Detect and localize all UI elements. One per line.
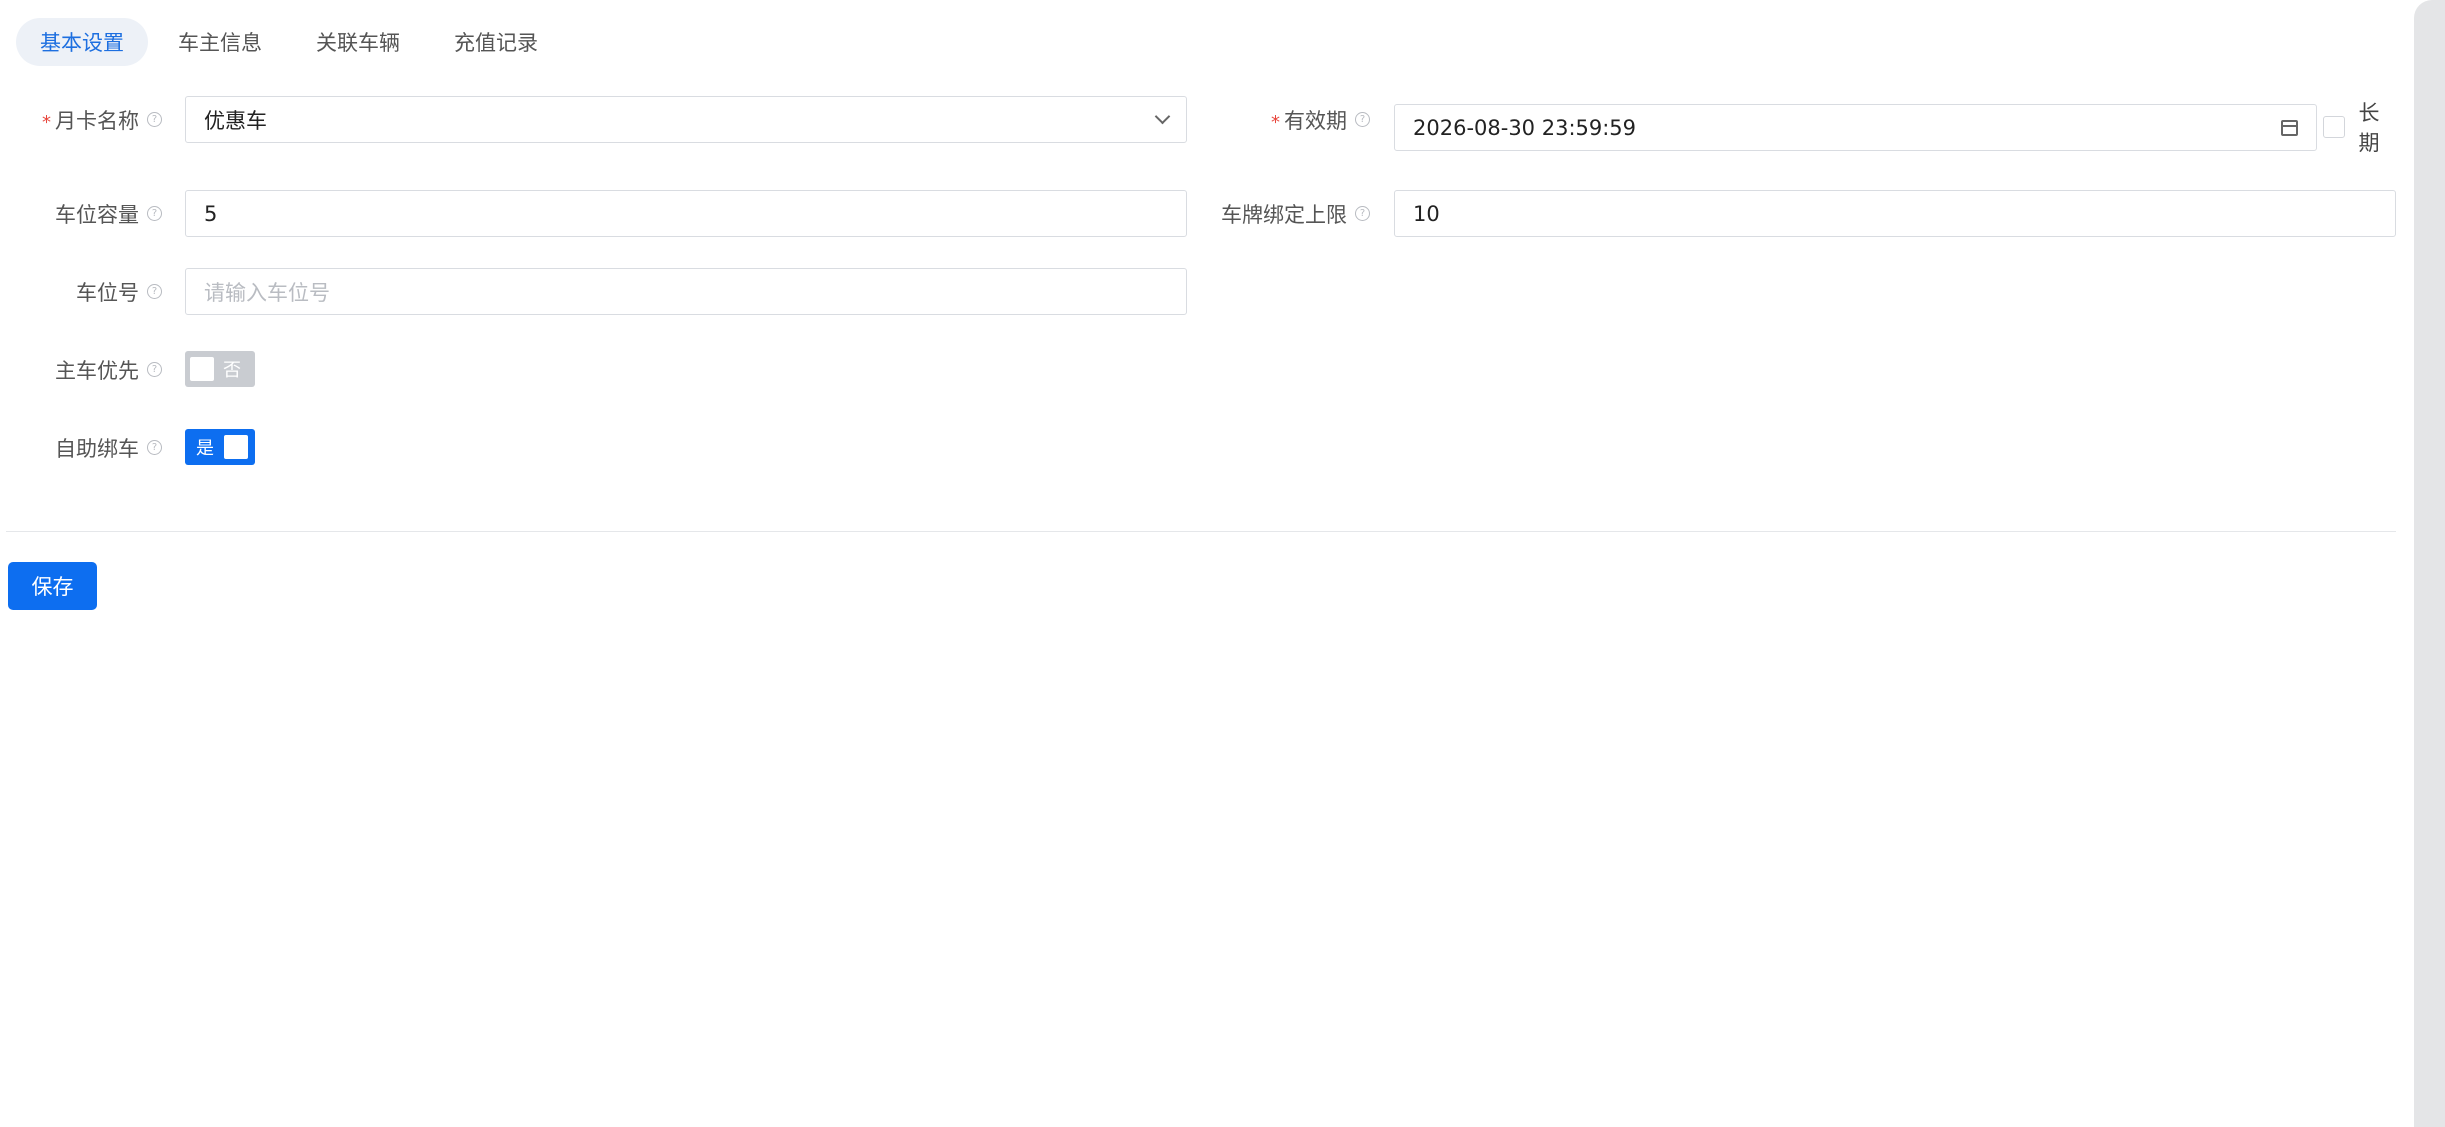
long-term-checkbox[interactable]: [2323, 116, 2345, 138]
question-circle-icon[interactable]: ?: [1355, 112, 1370, 127]
card-name-select[interactable]: 优惠车: [185, 96, 1187, 143]
chevron-down-icon: [1154, 108, 1171, 125]
plate-limit-label: 车牌绑定上限 ?: [1180, 190, 1370, 237]
spot-capacity-value: 5: [204, 201, 218, 226]
spot-number-label: 车位号 ?: [20, 268, 162, 315]
question-circle-icon[interactable]: ?: [1355, 206, 1370, 221]
validity-date-input[interactable]: 2026-08-30 23:59:59: [1394, 104, 2317, 151]
spot-capacity-label: 车位容量 ?: [20, 190, 162, 237]
form-divider: [6, 531, 2396, 532]
tab-linked-vehicles[interactable]: 关联车辆: [292, 18, 424, 66]
save-button[interactable]: 保存: [8, 562, 97, 610]
tab-bar: 基本设置 车主信息 关联车辆 充值记录: [16, 18, 568, 66]
question-circle-icon[interactable]: ?: [147, 206, 162, 221]
plate-limit-value: 10: [1413, 201, 1440, 226]
page: 基本设置 车主信息 关联车辆 充值记录 * 月卡名称 ? 优惠车 * 有效期 ?…: [0, 0, 2445, 1127]
validity-label: * 有效期 ?: [1180, 96, 1370, 143]
question-circle-icon[interactable]: ?: [147, 362, 162, 377]
tab-owner-info[interactable]: 车主信息: [154, 18, 286, 66]
switch-knob: [224, 435, 248, 459]
question-circle-icon[interactable]: ?: [147, 112, 162, 127]
required-mark: *: [1271, 112, 1280, 133]
long-term-label: 长期: [2358, 101, 2380, 155]
tab-recharge-records[interactable]: 充值记录: [430, 18, 562, 66]
spot-number-input[interactable]: 请输入车位号: [185, 268, 1187, 315]
card-name-value: 优惠车: [204, 108, 267, 133]
required-mark: *: [42, 112, 51, 133]
right-scroll-gutter: [2414, 0, 2445, 1127]
card-name-label: * 月卡名称 ?: [20, 96, 162, 143]
switch-knob: [190, 357, 214, 381]
main-car-priority-switch[interactable]: 否: [185, 351, 255, 387]
self-bind-switch[interactable]: 是: [185, 429, 255, 465]
validity-value: 2026-08-30 23:59:59: [1413, 115, 1637, 140]
spot-number-placeholder: 请输入车位号: [204, 280, 330, 305]
self-bind-label: 自助绑车 ?: [20, 424, 162, 471]
main-car-priority-label: 主车优先 ?: [20, 346, 162, 393]
tab-basic-settings[interactable]: 基本设置: [16, 18, 148, 66]
calendar-icon[interactable]: [2281, 119, 2298, 136]
plate-limit-input[interactable]: 10: [1394, 190, 2396, 237]
question-circle-icon[interactable]: ?: [147, 284, 162, 299]
spot-capacity-input[interactable]: 5: [185, 190, 1187, 237]
question-circle-icon[interactable]: ?: [147, 440, 162, 455]
